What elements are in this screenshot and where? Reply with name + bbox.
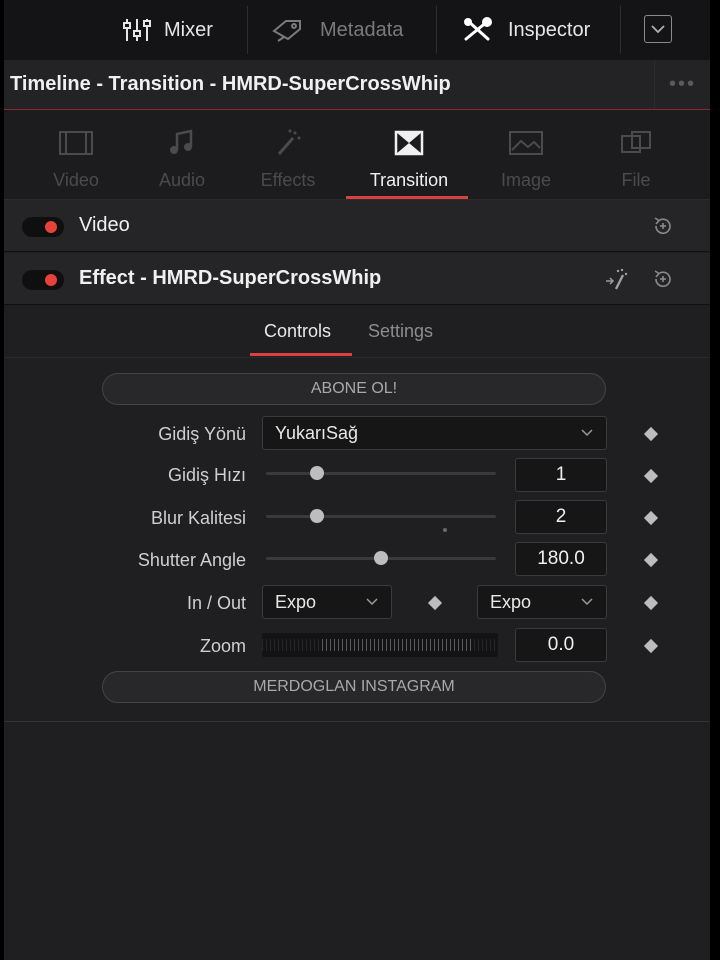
effect-wand-icon[interactable] — [604, 267, 628, 291]
inspector-button[interactable]: Inspector — [460, 0, 590, 60]
direction-select[interactable]: YukarıSağ — [262, 416, 607, 450]
mixer-sliders-icon — [123, 19, 151, 41]
controls-panel — [4, 358, 710, 722]
shutter-slider[interactable] — [266, 551, 496, 565]
subscribe-button[interactable]: ABONE OL! — [102, 373, 606, 405]
slider-handle[interactable] — [309, 509, 324, 523]
speed-value-field[interactable]: 1 — [515, 458, 607, 492]
more-options-button[interactable]: ••• — [654, 60, 710, 109]
video-enable-toggle[interactable] — [22, 217, 64, 237]
active-subtab-indicator — [250, 353, 352, 356]
out-ease-value: Expo — [490, 591, 532, 612]
collapse-button[interactable] — [644, 15, 672, 43]
transition-icon — [394, 130, 424, 156]
chevron-down-icon — [366, 598, 378, 606]
inspector-tools-icon — [464, 17, 492, 41]
toolbar-divider — [620, 6, 621, 54]
reset-icon[interactable] — [651, 214, 675, 238]
tab-effects[interactable]: Effects — [228, 110, 348, 200]
inout-label: In / Out — [186, 593, 246, 613]
effect-section-header[interactable]: Effect - HMRD-SuperCrossWhip — [4, 253, 710, 305]
out-ease-select[interactable]: Expo — [477, 585, 607, 619]
video-section-header[interactable]: Video — [4, 200, 710, 252]
image-icon — [509, 131, 543, 155]
instagram-button[interactable]: MERDOGLAN INSTAGRAM — [102, 671, 606, 703]
page-title: Timeline - Transition - HMRD-SuperCrossW… — [10, 73, 451, 95]
subtab-controls[interactable]: Controls — [264, 321, 331, 342]
inspector-title-bar: Timeline - Transition - HMRD-SuperCrossW… — [4, 60, 710, 110]
slider-handle[interactable] — [309, 466, 324, 480]
mixer-label: Mixer — [164, 18, 213, 41]
reset-icon[interactable] — [651, 267, 675, 291]
tab-label: Effects — [260, 170, 316, 190]
video-section-title: Video — [79, 214, 130, 236]
blur-label: Blur Kalitesi — [150, 508, 246, 528]
top-toolbar: Mixer Metadata Inspector — [4, 0, 710, 60]
tab-video[interactable]: Video — [16, 110, 136, 200]
tab-label: Transition — [369, 170, 449, 190]
slider-handle[interactable] — [374, 551, 388, 565]
speed-label: Gidiş Hızı — [167, 465, 246, 485]
chevron-down-icon — [581, 598, 593, 606]
zoom-jog-wheel[interactable] — [262, 633, 498, 657]
tab-label: File — [621, 170, 651, 190]
effect-section-title: Effect - HMRD-SuperCrossWhip — [79, 267, 382, 289]
cursor-dot — [443, 528, 447, 532]
metadata-label: Metadata — [320, 18, 404, 41]
effect-enable-toggle[interactable] — [22, 270, 64, 290]
magic-wand-icon — [277, 129, 301, 155]
jog-ticks — [322, 639, 472, 651]
blur-slider[interactable] — [266, 509, 496, 523]
metadata-button[interactable]: Metadata — [270, 0, 403, 60]
toolbar-divider — [436, 6, 437, 54]
subtab-settings[interactable]: Settings — [368, 321, 433, 342]
file-icon — [621, 131, 651, 153]
inspector-panel: Mixer Metadata Inspector Timeline - Tran… — [4, 0, 710, 960]
toggle-dot — [45, 274, 57, 286]
chevron-down-icon — [581, 429, 593, 437]
empty-area — [4, 722, 710, 960]
speed-slider[interactable] — [266, 466, 496, 480]
shutter-value-field[interactable]: 180.0 — [515, 542, 607, 576]
direction-label: Gidiş Yönü — [158, 424, 246, 444]
chevron-down-icon — [651, 25, 665, 34]
tab-label: Image — [500, 170, 552, 190]
more-dots-icon: ••• — [668, 73, 696, 95]
tab-image[interactable]: Image — [466, 110, 586, 200]
zoom-label: Zoom — [199, 636, 246, 656]
tab-label: Audio — [158, 170, 206, 190]
tab-file[interactable]: File — [576, 110, 696, 200]
zoom-value-field[interactable]: 0.0 — [515, 628, 607, 662]
tab-transition[interactable]: Transition — [349, 110, 469, 200]
active-tab-indicator — [346, 196, 468, 199]
effect-subtabs: Controls Settings — [4, 306, 710, 358]
metadata-tag-icon — [272, 20, 301, 42]
in-ease-select[interactable]: Expo — [262, 585, 392, 619]
inspector-label: Inspector — [508, 18, 591, 41]
in-ease-value: Expo — [275, 591, 317, 612]
toolbar-divider — [247, 6, 248, 54]
shutter-label: Shutter Angle — [137, 550, 246, 570]
tab-label: Video — [53, 170, 99, 190]
film-icon — [59, 131, 93, 155]
direction-value: YukarıSağ — [275, 422, 359, 443]
inspector-tabs: Video Audio Effects Transition Image Fil… — [4, 110, 710, 200]
tab-audio[interactable]: Audio — [122, 110, 242, 200]
blur-value-field[interactable]: 2 — [515, 500, 607, 534]
toggle-dot — [45, 221, 57, 233]
music-note-icon — [170, 129, 193, 154]
mixer-button[interactable]: Mixer — [122, 0, 213, 60]
